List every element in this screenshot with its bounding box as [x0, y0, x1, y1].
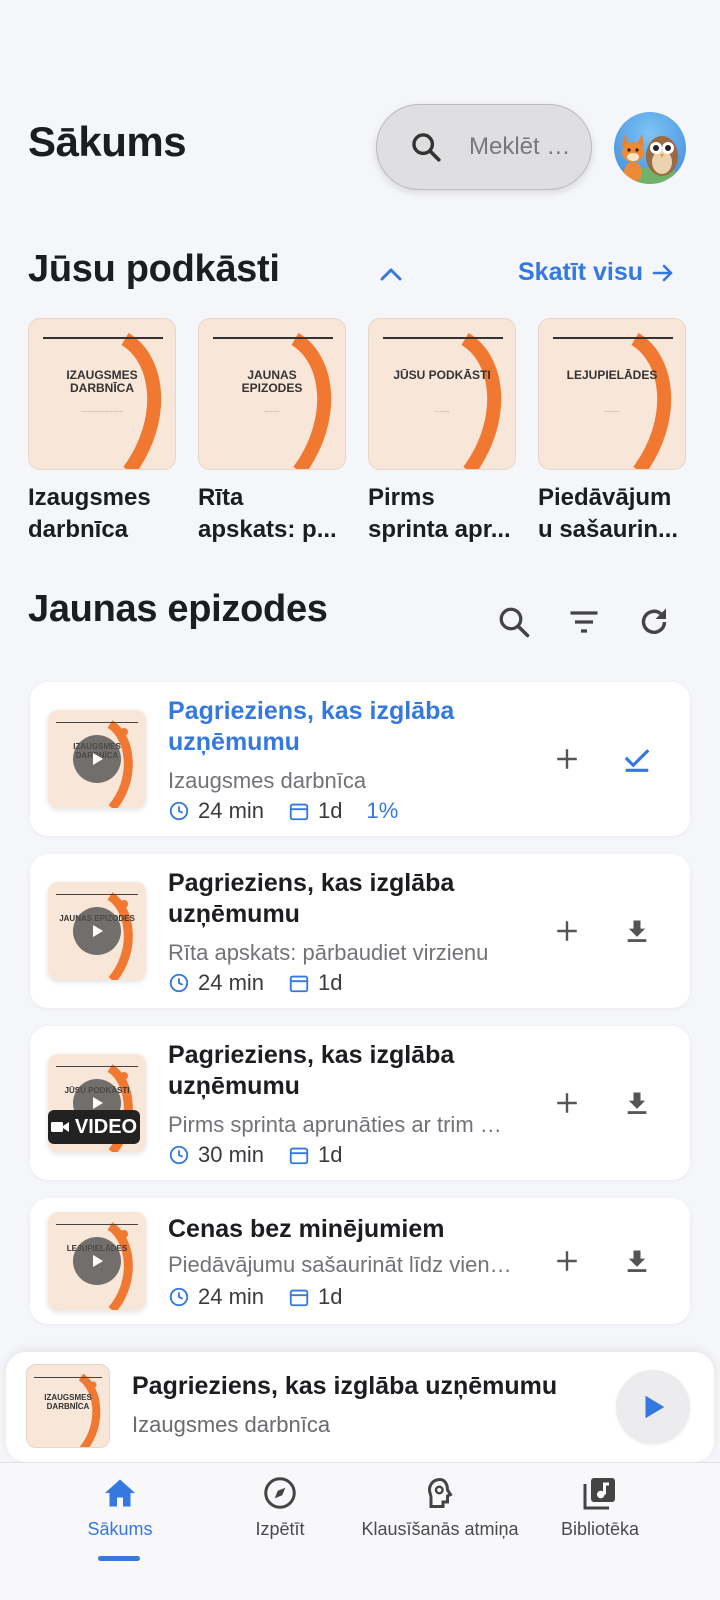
progress-percent: 1%	[366, 798, 399, 823]
compass-icon	[264, 1477, 296, 1509]
podcast-card[interactable]: IZAUGSMES DARBNĪCA ·····················…	[28, 318, 176, 546]
filter-icon[interactable]	[566, 604, 602, 645]
video-camera-icon	[50, 1122, 69, 1132]
nav-item-explore[interactable]: Izpētīt	[190, 1475, 370, 1540]
clock-icon	[169, 801, 189, 821]
podcast-card[interactable]: JAUNAS EPIZODES ········· Rīta apskats: …	[198, 318, 346, 546]
see-all-link[interactable]: Skatīt visu	[518, 258, 675, 287]
search-icon	[412, 133, 441, 162]
podcasts-section-title: Jūsu podkāsti	[28, 248, 280, 290]
episode-title: Cenas bez minējumiem	[168, 1215, 445, 1243]
episode-thumbnail[interactable]: LEJUPIELĀDES	[48, 1212, 146, 1310]
episode-thumbnail[interactable]: JAUNAS EPIZODES	[48, 882, 146, 980]
bottom-navigation: Sākums Izpētīt Klausīšanās atmiņa Biblio…	[0, 1462, 720, 1600]
clock-icon	[169, 1287, 189, 1307]
podcast-name: Rīta apskats: p...	[198, 484, 337, 543]
nav-item-library[interactable]: Bibliotēka	[510, 1475, 690, 1540]
mini-player-title: Pagrieziens, kas izglāba uzņēmumu	[132, 1372, 558, 1400]
mini-player[interactable]: IZAUGSMES DARBNĪCA Pagrieziens, kas izgl…	[6, 1352, 714, 1462]
nav-item-listening-memory[interactable]: Klausīšanās atmiņa	[350, 1475, 530, 1540]
clock-icon	[169, 1145, 189, 1165]
calendar-icon	[289, 1147, 309, 1165]
search-bar[interactable]: Meklēt p...	[376, 104, 592, 190]
episode-title: Pagrieziens, kas izglāba uzņēmumu	[168, 869, 455, 928]
check-icon[interactable]	[620, 742, 654, 776]
podcast-cover: LEJUPIELĀDES ·········	[538, 318, 686, 470]
calendar-icon	[289, 1289, 309, 1307]
episode-title: Pagrieziens, kas izglāba uzņēmumu	[168, 1041, 455, 1100]
download-icon[interactable]	[620, 1086, 654, 1120]
podcast-cover: JAUNAS EPIZODES ·········	[198, 318, 346, 470]
play-icon[interactable]	[73, 907, 121, 955]
video-badge: VIDEO	[48, 1110, 140, 1144]
add-to-queue-icon[interactable]	[550, 742, 584, 776]
collapse-chevron-icon[interactable]	[378, 264, 404, 289]
calendar-icon	[289, 803, 309, 821]
episode-podcast: Piedāvājumu sašaurināt līdz vien…	[168, 1252, 512, 1277]
episode-card[interactable]: IZAUGSMES DARBNĪCA Pagrieziens, kas izgl…	[30, 682, 690, 836]
episode-card[interactable]: JAUNAS EPIZODES Pagrieziens, kas izglāba…	[30, 854, 690, 1008]
cover-text: JAUNAS EPIZODES	[241, 368, 303, 395]
clock-icon	[169, 973, 189, 993]
calendar-icon	[289, 975, 309, 993]
episode-title: Pagrieziens, kas izglāba uzņēmumu	[168, 697, 455, 756]
see-all-label: Skatīt visu	[518, 258, 644, 286]
play-icon	[645, 1395, 665, 1419]
search-placeholder: Meklēt p...	[469, 133, 577, 160]
episode-podcast: Pirms sprinta aprunāties ar trim …	[168, 1112, 502, 1137]
podcast-name: Pirms sprinta apr...	[368, 484, 511, 543]
add-to-queue-icon[interactable]	[550, 1244, 584, 1278]
podcast-name: Piedāvājum u sašaurin...	[538, 484, 679, 543]
brain-icon	[427, 1477, 453, 1508]
add-to-queue-icon[interactable]	[550, 1086, 584, 1120]
page-title: Sākums	[28, 118, 187, 165]
play-button[interactable]	[616, 1370, 690, 1444]
episode-meta: 30 min 1d	[168, 1142, 367, 1168]
episode-card[interactable]: LEJUPIELĀDES Cenas bez minējumiem Piedāv…	[30, 1198, 690, 1324]
episodes-section-title: Jaunas epizodes	[28, 588, 328, 630]
cover-text: IZAUGSMES DARBNĪCA	[66, 368, 138, 395]
episode-meta: 24 min 1d	[168, 970, 367, 996]
podcast-cover: IZAUGSMES DARBNĪCA ·····················…	[28, 318, 176, 470]
add-to-queue-icon[interactable]	[550, 914, 584, 948]
refresh-icon[interactable]	[636, 604, 672, 645]
episode-meta: 24 min 1d	[168, 1284, 367, 1310]
podcast-cover: JŪSU PODKĀSTI ·········	[368, 318, 516, 470]
episode-thumbnail[interactable]: IZAUGSMES DARBNĪCA	[48, 710, 146, 808]
download-icon[interactable]	[620, 1244, 654, 1278]
episode-podcast: Rīta apskats: pārbaudiet virzienu	[168, 940, 489, 965]
search-icon[interactable]	[496, 604, 532, 645]
episode-podcast: Izaugsmes darbnīca	[168, 768, 367, 793]
avatar[interactable]	[614, 112, 686, 184]
arrow-right-icon	[652, 264, 673, 281]
episode-card[interactable]: JŪSU PODKĀSTI VIDEO Pagrieziens, kas izg…	[30, 1026, 690, 1180]
episode-meta: 24 min 1d 1%	[168, 798, 422, 824]
avatar-image	[614, 134, 686, 184]
mini-player-thumbnail: IZAUGSMES DARBNĪCA	[26, 1364, 110, 1448]
active-tab-indicator	[98, 1556, 140, 1561]
download-icon[interactable]	[620, 914, 654, 948]
mini-player-podcast: Izaugsmes darbnīca	[132, 1412, 331, 1437]
podcast-card[interactable]: LEJUPIELĀDES ········· Piedāvājum u saša…	[538, 318, 686, 546]
podcast-name: Izaugsmes darbnīca	[28, 484, 151, 543]
nav-item-home[interactable]: Sākums	[30, 1475, 210, 1540]
play-icon[interactable]	[73, 735, 121, 783]
podcast-card[interactable]: JŪSU PODKĀSTI ········· Pirms sprinta ap…	[368, 318, 516, 546]
cover-text: LEJUPIELĀDES	[566, 368, 658, 382]
library-icon	[583, 1478, 615, 1510]
cover-text: JŪSU PODKĀSTI	[393, 368, 491, 382]
home-icon	[105, 1479, 135, 1507]
play-icon[interactable]	[73, 1237, 121, 1285]
